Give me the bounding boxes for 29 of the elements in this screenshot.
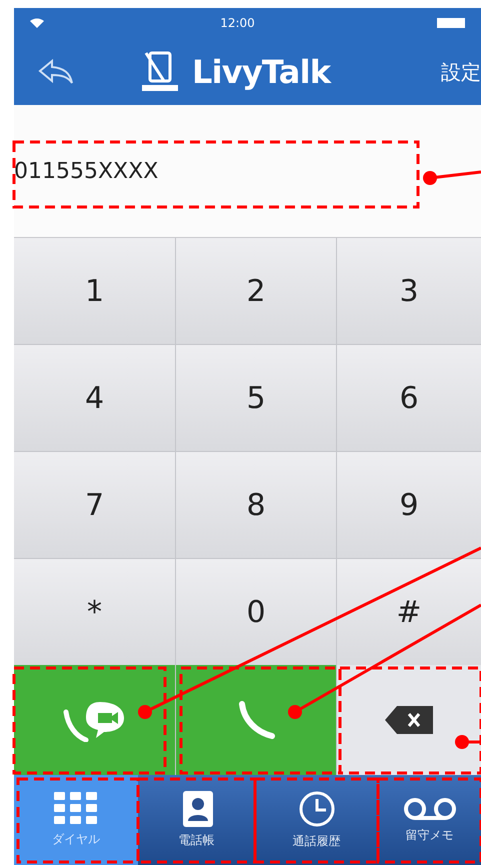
keypad-key[interactable]: 8 [176,452,336,558]
backspace-icon [385,706,433,734]
keypad-key[interactable]: * [14,559,175,665]
keypad-key[interactable]: # [337,559,481,665]
phone-icon [236,700,276,740]
keypad-key[interactable]: 2 [176,238,336,344]
keypad-icon [54,792,98,826]
voicemail-icon [402,796,458,822]
settings-button[interactable]: 設定 [441,56,481,86]
keypad-key[interactable]: 3 [337,238,481,344]
phone-logo-icon [140,50,180,92]
wifi-icon [30,18,44,28]
leader-line [455,735,481,749]
keypad-key[interactable]: 9 [337,452,481,558]
status-time: 12:00 [220,15,255,32]
keypad-key[interactable]: 5 [176,345,336,451]
leader-line [423,170,481,185]
keypad-key[interactable]: 6 [337,345,481,451]
tab-bar-item[interactable]: 電話帳 [138,775,255,865]
keypad-key[interactable]: 1 [14,238,175,344]
reply-arrow-icon[interactable] [38,58,74,84]
tab-bar-item[interactable]: 留守メモ [378,775,481,865]
clock-icon [298,790,336,828]
phone-number-field[interactable]: 011555XXXX [14,154,158,188]
keypad-key[interactable]: 0 [176,559,336,665]
keypad-key[interactable]: 7 [14,452,175,558]
tab-bar-item[interactable]: 通話履歴 [255,775,378,865]
app-title: LivyTalk [192,52,330,92]
keypad-key[interactable]: 4 [14,345,175,451]
